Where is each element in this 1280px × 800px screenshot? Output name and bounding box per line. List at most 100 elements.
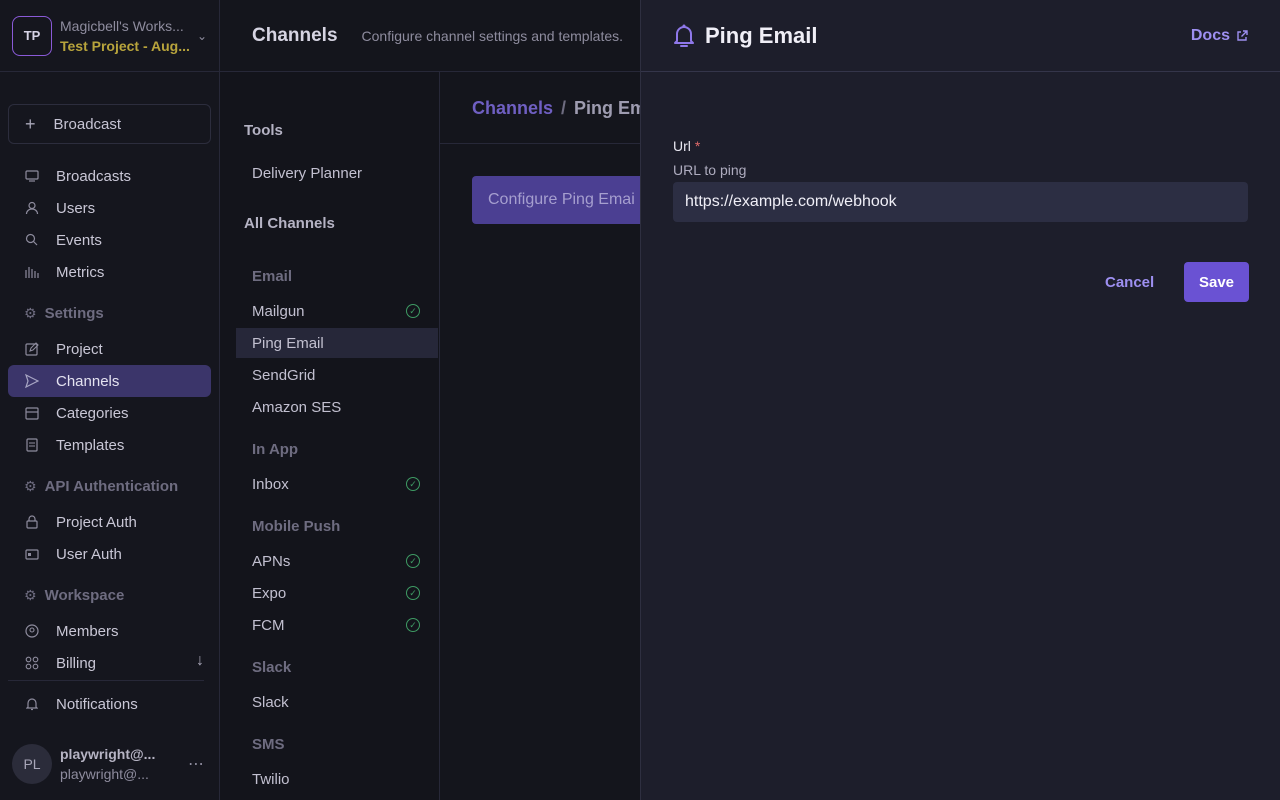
calendar-icon xyxy=(24,405,40,421)
list-item-label: Expo xyxy=(252,584,287,602)
list-item-mailgun[interactable]: Mailgun ✓ xyxy=(236,296,438,326)
bell-icon xyxy=(674,24,694,47)
broadcast-button[interactable]: + Broadcast xyxy=(8,104,211,144)
sidebar-item-label: Categories xyxy=(56,404,129,422)
grid-icon xyxy=(24,655,40,671)
cancel-button[interactable]: Cancel xyxy=(1105,262,1154,302)
sidebar-item-label: Users xyxy=(56,199,96,217)
id-card-icon xyxy=(24,546,40,562)
channels-list: Tools Delivery Planner All Channels Emai… xyxy=(220,72,440,800)
sidebar-item-label: Metrics xyxy=(56,263,105,281)
user-icon xyxy=(24,200,40,216)
list-item-amazon-ses[interactable]: Amazon SES xyxy=(236,392,438,422)
list-item-inbox[interactable]: Inbox ✓ xyxy=(236,469,438,499)
lock-icon xyxy=(24,514,40,530)
sidebar-item-user-auth[interactable]: User Auth xyxy=(8,538,211,570)
url-label: Url * xyxy=(673,138,700,154)
sidebar-item-channels[interactable]: Channels xyxy=(8,365,211,397)
broadcast-button-label: Broadcast xyxy=(53,115,122,133)
user-name: playwright@... xyxy=(60,746,156,762)
sidebar-item-project[interactable]: Project xyxy=(8,333,211,365)
check-circle-icon: ✓ xyxy=(406,554,420,568)
sidebar-item-categories[interactable]: Categories xyxy=(8,397,211,429)
section-label: Settings xyxy=(44,305,104,322)
sidebar-item-broadcasts[interactable]: Broadcasts xyxy=(8,160,211,192)
save-button[interactable]: Save xyxy=(1184,262,1249,302)
plus-icon: + xyxy=(25,113,36,134)
sidebar-item-label: Broadcasts xyxy=(56,167,132,185)
sidebar: TP Magicbell's Works... Test Project - A… xyxy=(0,0,220,800)
breadcrumb-current: Ping Em xyxy=(574,98,640,118)
sidebar-item-label: Templates xyxy=(56,436,125,454)
project-name: Test Project - Aug... xyxy=(60,37,190,54)
sidebar-item-billing[interactable]: Billing xyxy=(8,647,211,679)
events-icon xyxy=(24,232,40,248)
panel-title-text: Ping Email xyxy=(705,22,818,48)
list-item-ping-email[interactable]: Ping Email xyxy=(236,328,438,358)
breadcrumb-channels-link[interactable]: Channels xyxy=(472,98,553,118)
user-menu[interactable]: PL playwright@... playwright@... ⋯ xyxy=(12,744,212,784)
url-input[interactable] xyxy=(673,182,1248,222)
sidebar-item-label: User Auth xyxy=(56,545,122,563)
list-item-expo[interactable]: Expo ✓ xyxy=(236,578,438,608)
sidebar-item-events[interactable]: Events xyxy=(8,224,211,256)
chevron-down-icon: ⌄ xyxy=(196,28,207,43)
sidebar-item-project-auth[interactable]: Project Auth xyxy=(8,506,211,538)
divider xyxy=(8,680,204,681)
check-circle-icon: ✓ xyxy=(406,477,420,491)
list-item-sendgrid[interactable]: SendGrid xyxy=(236,360,438,390)
group-email: Email xyxy=(252,268,293,285)
tools-heading: Tools xyxy=(244,122,283,139)
sidebar-item-label: Billing xyxy=(56,654,97,672)
list-item-label: Slack xyxy=(252,693,289,711)
panel-header: Ping Email Docs xyxy=(641,0,1280,72)
docs-link[interactable]: Docs xyxy=(1191,27,1248,45)
page-subtitle: Configure channel settings and templates… xyxy=(361,27,624,44)
breadcrumb: Channels / Ping Em xyxy=(472,98,640,119)
list-item-label: Twilio xyxy=(252,770,290,788)
list-item-label: APNs xyxy=(252,552,291,570)
monitor-icon xyxy=(24,168,40,184)
gear-icon: ⚙ xyxy=(24,587,37,603)
sidebar-item-label: Events xyxy=(56,231,102,249)
list-item-delivery-planner[interactable]: Delivery Planner xyxy=(236,158,438,188)
section-settings: ⚙ Settings xyxy=(24,305,104,322)
send-icon xyxy=(24,373,40,389)
bar-chart-icon xyxy=(24,264,40,280)
check-circle-icon: ✓ xyxy=(406,304,420,318)
list-item-label: Ping Email xyxy=(252,334,324,352)
list-item-apns[interactable]: APNs ✓ xyxy=(236,546,438,576)
sidebar-item-users[interactable]: Users xyxy=(8,192,211,224)
list-item-label: Delivery Planner xyxy=(252,164,363,182)
document-icon xyxy=(24,437,40,453)
required-asterisk: * xyxy=(694,138,701,154)
config-panel: Ping Email Docs Url* URL to ping Cancel … xyxy=(640,0,1280,800)
configure-button[interactable]: Configure Ping Emai xyxy=(472,176,640,224)
list-item-fcm[interactable]: FCM ✓ xyxy=(236,610,438,640)
check-circle-icon: ✓ xyxy=(406,586,420,600)
edit-icon xyxy=(24,341,40,357)
list-item-slack[interactable]: Slack xyxy=(236,687,438,717)
url-help-text: URL to ping xyxy=(673,162,747,178)
list-item-twilio[interactable]: Twilio xyxy=(236,764,438,794)
page-title: Channels xyxy=(252,24,338,46)
channel-detail: Channels / Ping Em Configure Ping Emai xyxy=(440,72,640,800)
check-circle-icon: ✓ xyxy=(406,618,420,632)
user-email: playwright@... xyxy=(60,766,149,782)
list-item-label: Mailgun xyxy=(252,302,305,320)
section-api-authentication: ⚙ API Authentication xyxy=(24,478,178,495)
sidebar-item-notifications[interactable]: Notifications xyxy=(8,688,211,720)
sidebar-item-members[interactable]: Members xyxy=(8,615,211,647)
sidebar-item-label: Project xyxy=(56,340,103,358)
sidebar-item-metrics[interactable]: Metrics xyxy=(8,256,211,288)
section-label: API Authentication xyxy=(44,478,179,495)
more-icon[interactable]: ⋯ xyxy=(188,754,204,774)
workspace-switcher[interactable]: TP Magicbell's Works... Test Project - A… xyxy=(0,0,219,72)
sidebar-item-templates[interactable]: Templates xyxy=(8,429,211,461)
page-header: Channels Configure channel settings and … xyxy=(220,0,640,72)
gear-icon: ⚙ xyxy=(24,478,37,494)
sidebar-item-label: Notifications xyxy=(56,695,138,713)
scroll-down-icon[interactable]: ↓ xyxy=(196,652,204,670)
sidebar-item-label: Project Auth xyxy=(56,513,137,531)
workspace-text: Magicbell's Works... Test Project - Aug.… xyxy=(60,18,197,54)
